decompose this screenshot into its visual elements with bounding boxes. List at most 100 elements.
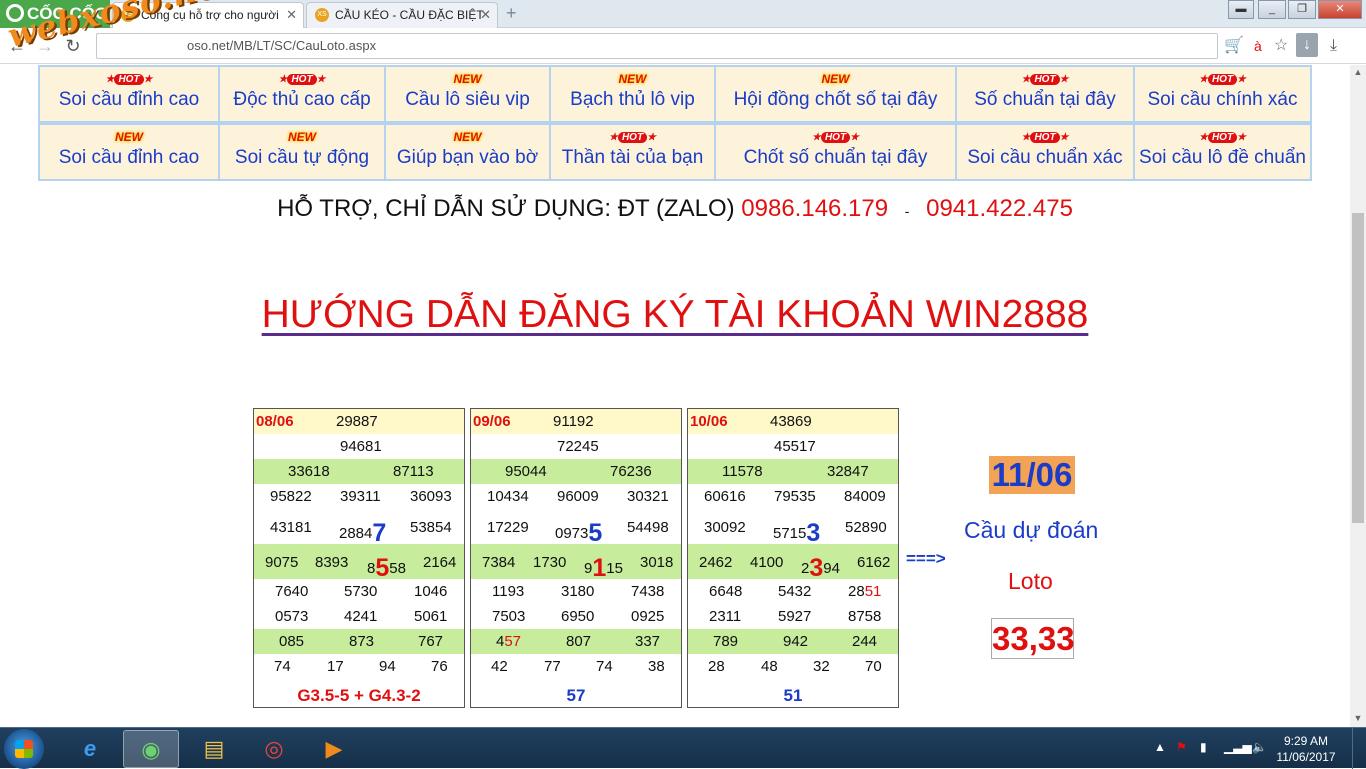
prize-5: 7503	[492, 608, 526, 625]
restore-icon[interactable]: ❐	[1288, 0, 1316, 19]
hot-badge: ★ HOT ★	[278, 74, 326, 85]
prize-2: 33618	[288, 463, 330, 480]
minimize-icon[interactable]: _	[1258, 0, 1286, 19]
menu-item[interactable]: ★ HOT ★ Soi cầu lô đề chuẩn	[1135, 125, 1310, 179]
result-date: 10/06	[690, 413, 728, 430]
scroll-up-icon[interactable]: ▲	[1350, 67, 1366, 77]
menu-item[interactable]: ★ HOT ★ Chốt số chuẩn tại đây	[716, 125, 957, 179]
menu-item[interactable]: ★ HOT ★ Soi cầu chuẩn xác	[957, 125, 1135, 179]
prize-7: 74	[596, 658, 613, 675]
menu-item[interactable]: ★ HOT ★ Soi cầu chính xác	[1135, 67, 1310, 121]
menu-icon[interactable]: ▬	[1228, 0, 1254, 19]
table-row: 17229 09735 54498	[471, 509, 681, 547]
menu-label: Soi cầu chính xác	[1147, 89, 1298, 110]
cart-icon[interactable]: 🛒	[1224, 36, 1244, 56]
prize-1: 45517	[774, 438, 816, 455]
new-tab-icon[interactable]: +	[506, 4, 522, 22]
prize-5: 5730	[344, 583, 378, 600]
download-page-icon[interactable]: ↓	[1296, 33, 1318, 57]
chrome-icon[interactable]: ◎	[246, 730, 302, 768]
table-row: 42 77 74 38	[471, 654, 681, 679]
network-warning-icon[interactable]: ⚑	[1176, 740, 1187, 754]
coccoc-taskbar-icon[interactable]: ◉	[123, 730, 179, 768]
table-row: 1193 3180 7438	[471, 579, 681, 604]
prize-4: 2462	[699, 554, 733, 571]
table-row: 7503 6950 0925	[471, 604, 681, 629]
tray-expand-icon[interactable]: ▲	[1154, 740, 1166, 754]
clock[interactable]: 9:29 AM 11/06/2017	[1276, 733, 1336, 765]
menu-label: Soi cầu lô đề chuẩn	[1139, 147, 1306, 168]
downloads-icon[interactable]: ⤓	[1330, 36, 1337, 56]
table-row: 74 17 94 76	[254, 654, 464, 679]
register-link[interactable]: HƯỚNG DẪN ĐĂNG KÝ TÀI KHOẢN WIN2888	[262, 293, 1089, 336]
star-icon[interactable]: ☆	[1274, 36, 1288, 56]
close-tab-icon[interactable]: ✕	[286, 3, 297, 27]
prize-7: 17	[327, 658, 344, 675]
media-player-icon[interactable]: ▶	[306, 730, 362, 768]
result-table-1006: 10/06 43869 45517 11578 32847 60616 79535 84…	[687, 408, 899, 708]
menu-item[interactable]: NEW Giúp bạn vào bờ	[386, 125, 551, 179]
support-phone-2[interactable]: 0941.422.475	[926, 195, 1073, 222]
translate-icon[interactable]: à	[1254, 36, 1262, 56]
clock-time: 9:29 AM	[1283, 734, 1329, 748]
prize-3: 30092	[704, 519, 746, 536]
prize-7: 48	[761, 658, 778, 675]
volume-icon[interactable]: 🔈	[1252, 740, 1267, 754]
table-row: 45517	[688, 434, 898, 459]
prize-5: 0573	[275, 608, 309, 625]
file-explorer-icon[interactable]: ▤	[186, 730, 242, 768]
url-field[interactable]: oso.net/MB/LT/SC/CauLoto.aspx	[96, 33, 1218, 59]
table-row: 09/06 91192	[471, 409, 681, 434]
tab-title: CẦU KÉO - CẦU ĐẶC BIỆT	[335, 8, 484, 22]
table-footer: 51	[783, 686, 803, 705]
table-row: 7640 5730 1046	[254, 579, 464, 604]
hot-badge: ★ HOT ★	[1021, 74, 1069, 85]
scroll-down-icon[interactable]: ▼	[1350, 713, 1366, 723]
menu-item[interactable]: NEW Soi cầu đỉnh cao	[40, 125, 220, 179]
start-button[interactable]	[4, 729, 44, 769]
close-tab-icon[interactable]: ✕	[480, 3, 491, 27]
show-desktop-button[interactable]	[1352, 728, 1366, 769]
table-row: 10/06 43869	[688, 409, 898, 434]
prediction-value: 33,33	[991, 618, 1075, 659]
result-date: 09/06	[473, 413, 511, 430]
table-row: 08/06 29887	[254, 409, 464, 434]
prize-5: 1193	[492, 583, 525, 600]
table-row: 11578 32847	[688, 459, 898, 484]
close-window-icon[interactable]: ✕	[1318, 0, 1362, 19]
menu-item[interactable]: NEW Cầu lô siêu vip	[386, 67, 551, 121]
prize-2: 95044	[505, 463, 547, 480]
menu-item[interactable]: NEW Hội đồng chốt số tại đây	[716, 67, 957, 121]
tab-2[interactable]: XS CẦU KÉO - CẦU ĐẶC BIỆT ✕	[306, 2, 498, 28]
new-badge: NEW	[288, 130, 316, 144]
menu-item[interactable]: ★ HOT ★ Thần tài của bạn	[551, 125, 716, 179]
hot-badge: ★ HOT ★	[811, 132, 860, 143]
url-text: oso.net/MB/LT/SC/CauLoto.aspx	[187, 38, 377, 53]
table-row: 43181 28847 53854	[254, 509, 464, 547]
prize-7: 42	[491, 658, 508, 675]
register-headline: HƯỚNG DẪN ĐĂNG KÝ TÀI KHOẢN WIN2888	[0, 293, 1350, 337]
prize-2: 76236	[610, 463, 652, 480]
prize-4: 7384	[482, 554, 516, 571]
menu-label: Soi cầu chuẩn xác	[967, 147, 1123, 168]
prediction-title: Cầu dự đoán	[964, 517, 1099, 543]
prize-4: 1730	[533, 554, 567, 571]
vertical-scrollbar[interactable]: ▲ ▼	[1350, 65, 1366, 727]
power-icon[interactable]: ▮	[1200, 740, 1207, 754]
menu-item[interactable]: ★ HOT ★ Độc thủ cao cấp	[220, 67, 386, 121]
menu-item[interactable]: NEW Soi cầu tự động	[220, 125, 386, 179]
signal-icon[interactable]: ▁▃▅	[1224, 740, 1252, 754]
prize-7: 70	[865, 658, 882, 675]
prize-6: 807	[566, 633, 592, 650]
address-bar: ← → ↻ oso.net/MB/LT/SC/CauLoto.aspx 🛒 à …	[0, 28, 1366, 64]
menu-item[interactable]: NEW Bạch thủ lô vip	[551, 67, 716, 121]
menu-item[interactable]: ★ HOT ★ Soi cầu đỉnh cao	[40, 67, 220, 121]
page-content: ★ HOT ★ Soi cầu đỉnh cao ★ HOT ★ Độc thủ cao c…	[0, 65, 1350, 727]
scroll-thumb[interactable]	[1352, 213, 1364, 523]
table-row: 60616 79535 84009	[688, 484, 898, 509]
hot-badge: ★ HOT ★	[1198, 132, 1247, 143]
internet-explorer-icon[interactable]: e	[62, 730, 118, 768]
support-phone-1[interactable]: 0986.146.179	[741, 195, 888, 222]
menu-item[interactable]: ★ HOT ★ Số chuẩn tại đây	[957, 67, 1135, 121]
prize-4: 2164	[423, 554, 457, 571]
